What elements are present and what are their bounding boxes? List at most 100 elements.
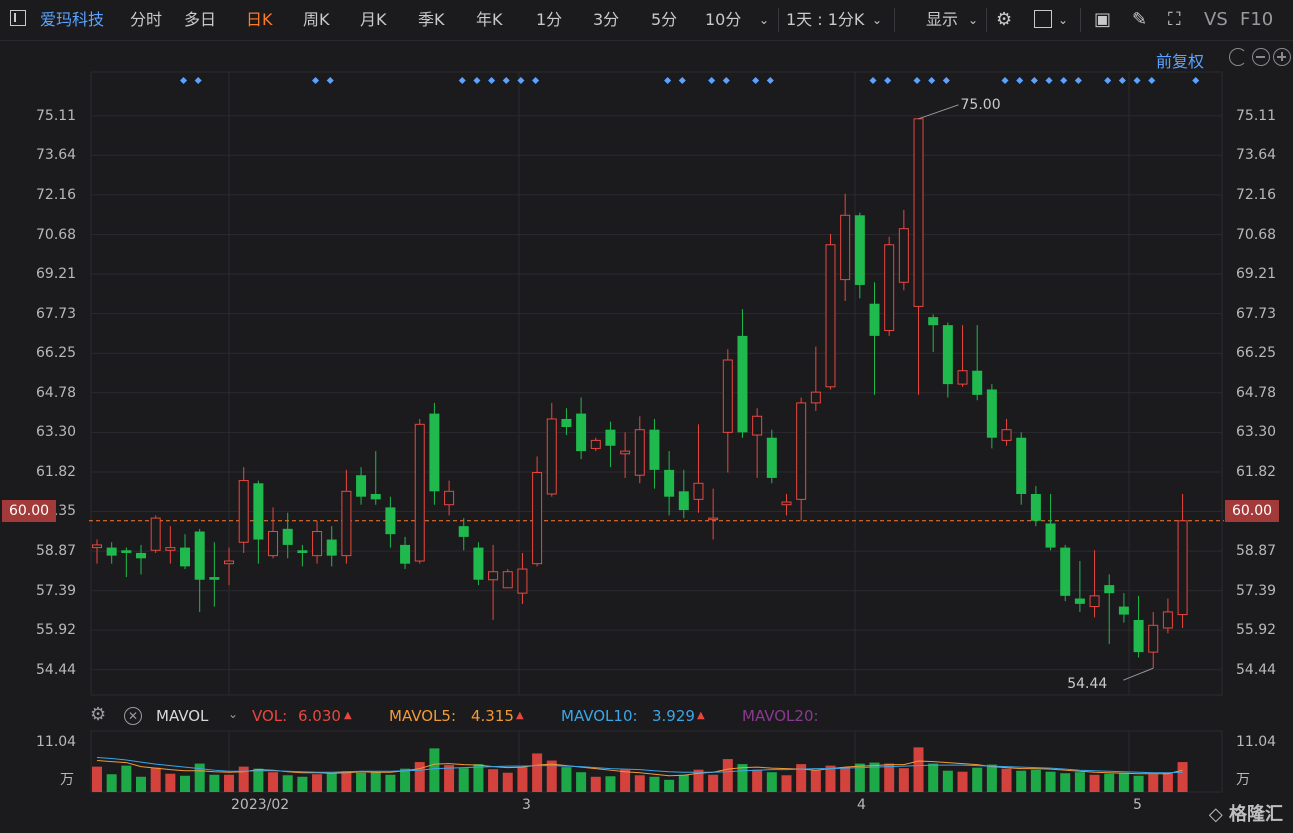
candle-body: [1089, 595, 1100, 608]
volume-bar: [429, 748, 440, 792]
candle-body: [532, 472, 543, 565]
ma10-label: MAVOL10:: [561, 707, 638, 725]
candle: [605, 421, 616, 468]
candle-body: [1162, 611, 1173, 629]
candle-body: [458, 526, 469, 537]
signal-dot: [708, 76, 716, 85]
candle: [1074, 561, 1085, 612]
candle: [1162, 598, 1173, 634]
volume-bar: [1133, 775, 1144, 792]
vol-unit-left: 万: [60, 772, 74, 788]
candle: [620, 432, 631, 478]
candle-body: [1001, 429, 1012, 441]
candle-body: [693, 482, 704, 500]
candle-body: [312, 531, 323, 557]
candle: [1045, 494, 1056, 551]
signal-dot: [458, 76, 466, 85]
candle-body: [590, 439, 601, 449]
candle-body: [781, 501, 792, 506]
candle-body: [752, 415, 763, 436]
volume-bar: [605, 776, 616, 792]
volume-bar: [781, 775, 792, 792]
volume-bar: [121, 765, 132, 792]
candle: [180, 534, 191, 570]
volume-bar: [928, 763, 939, 792]
candle-body: [1118, 606, 1129, 615]
volume-bar: [590, 776, 601, 792]
candle-body: [194, 531, 205, 580]
candle: [737, 309, 748, 438]
candle-body: [370, 494, 381, 500]
signal-dot: [1192, 76, 1200, 85]
volume-bar: [400, 768, 411, 792]
candle-body: [1104, 585, 1115, 594]
candle: [209, 542, 220, 607]
candle: [1118, 593, 1129, 623]
signal-dot: [1016, 76, 1024, 85]
signal-dot: [1104, 76, 1112, 85]
signal-dot: [502, 76, 510, 85]
signal-dot: [1118, 76, 1126, 85]
candle-body: [898, 228, 909, 283]
volume-bar: [1089, 774, 1100, 792]
volume-bar: [620, 769, 631, 792]
signal-dot: [928, 76, 936, 85]
candle-body: [209, 577, 220, 580]
y-tick-label: 72.16: [1236, 186, 1277, 203]
volume-indicator-bar: ⚙ ✕ MAVOL ⌄ VOL: 6.030 ▲ MAVOL5: 4.315 ▲…: [0, 700, 1293, 730]
chevron-down-icon[interactable]: ⌄: [228, 707, 238, 721]
close-icon[interactable]: ✕: [124, 707, 142, 725]
volume-bar: [752, 769, 763, 792]
volume-bar: [356, 772, 367, 792]
y-tick-label: 72.16: [36, 186, 77, 203]
candle-body: [825, 244, 836, 388]
candle-body: [92, 544, 102, 549]
signal-dot: [913, 76, 921, 85]
candle: [884, 236, 895, 336]
candle-body: [649, 429, 660, 470]
signal-dot: [942, 76, 950, 85]
x-tick-label: 2023/02: [231, 797, 290, 813]
volume-bar: [957, 771, 968, 792]
candle-body: [766, 437, 777, 478]
y-tick-label: 57.39: [36, 582, 77, 599]
candle: [546, 402, 557, 497]
y-tick-label: 69.21: [1236, 265, 1277, 282]
candle-body: [1045, 523, 1056, 548]
candle-body: [913, 118, 924, 307]
volume-bar: [942, 770, 953, 792]
candle-body: [238, 480, 249, 543]
candle: [532, 456, 543, 567]
candle-body: [678, 491, 689, 511]
volume-bar: [1118, 772, 1129, 792]
volume-bar: [326, 773, 337, 792]
candle: [1089, 550, 1100, 618]
volume-bar: [370, 771, 381, 792]
candle-body: [620, 450, 631, 455]
volume-bar: [165, 773, 176, 792]
candle: [356, 467, 367, 505]
volume-bars: [92, 747, 1188, 792]
indicator-name[interactable]: MAVOL: [156, 707, 208, 725]
volume-bar: [106, 774, 117, 792]
volume-bar: [766, 772, 777, 792]
volume-bar: [1001, 768, 1012, 792]
candle: [781, 494, 792, 516]
y-tick-label: 75.11: [36, 107, 77, 124]
gear-icon[interactable]: ⚙: [90, 704, 106, 725]
vol-value: 6.030: [298, 707, 341, 725]
volume-bar: [1060, 773, 1071, 792]
candle-body: [165, 547, 176, 551]
y-tick-label: 67.73: [36, 305, 77, 322]
candle-body: [884, 244, 895, 332]
high-leader: [918, 104, 959, 120]
signal-dot: [473, 76, 481, 85]
candle: [1177, 494, 1188, 628]
candle-body: [928, 317, 939, 326]
candle: [444, 480, 455, 516]
gelonghui-logo: ◇ 格隆汇: [1208, 804, 1283, 825]
x-tick-label: 3: [522, 797, 531, 813]
candle-body: [444, 490, 455, 506]
volume-bar: [1030, 769, 1041, 792]
ma10-line: [96, 757, 1183, 774]
